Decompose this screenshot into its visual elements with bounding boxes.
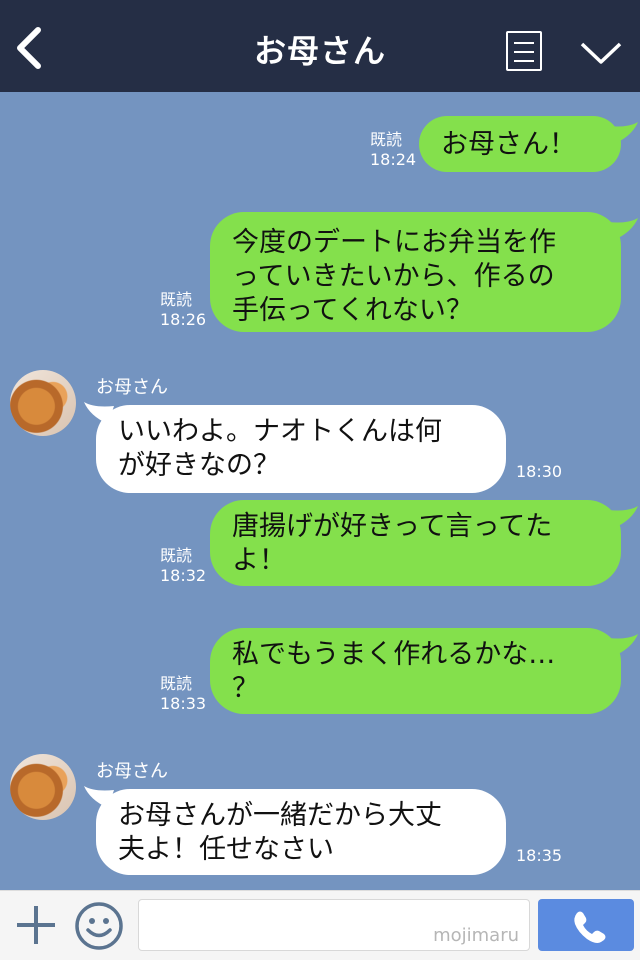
message-bubble[interactable]: 今度のデートにお弁当を作 っていきたいから、作るの 手伝ってくれない？ [210, 212, 621, 332]
sender-name: お母さん [96, 377, 168, 398]
read-receipt: 既読 18:33 [160, 674, 207, 713]
smiley-icon[interactable] [74, 901, 124, 951]
read-receipt: 既読 18:32 [160, 546, 207, 585]
message-time: 18:35 [516, 846, 563, 865]
avatar[interactable] [10, 754, 76, 820]
list-icon[interactable] [506, 31, 542, 71]
message-bubble[interactable]: 唐揚げが好きって言ってた よ！ [210, 500, 621, 586]
watermark: mojimaru [433, 925, 519, 946]
phone-icon [574, 911, 606, 943]
read-receipt: 既読 18:26 [160, 290, 207, 329]
chat-title: お母さん [253, 32, 386, 70]
message-bubble[interactable]: お母さんが一緒だから大丈 夫よ！任せなさい [96, 789, 506, 875]
message-list[interactable]: 既読 18:24 お母さん！ 既読 18:26 今度のデートにお弁当を作 ってい… [0, 92, 640, 890]
read-receipt: 既読 18:24 [370, 130, 417, 169]
message-bubble[interactable]: いいわよ。ナオトくんは何 が好きなの？ [96, 405, 506, 493]
message-time: 18:30 [516, 462, 563, 481]
plus-icon[interactable] [14, 903, 58, 947]
message-bubble[interactable]: お母さん！ [419, 116, 621, 172]
message-input[interactable]: mojimaru [138, 899, 530, 951]
sender-name: お母さん [96, 761, 168, 782]
chevron-down-icon[interactable] [578, 34, 624, 70]
message-bubble[interactable]: 私でもうまく作れるかな… ？ [210, 628, 621, 714]
avatar[interactable] [10, 370, 76, 436]
call-button[interactable] [538, 899, 634, 951]
message-composer: mojimaru [0, 890, 640, 960]
chat-header: お母さん [0, 0, 640, 92]
